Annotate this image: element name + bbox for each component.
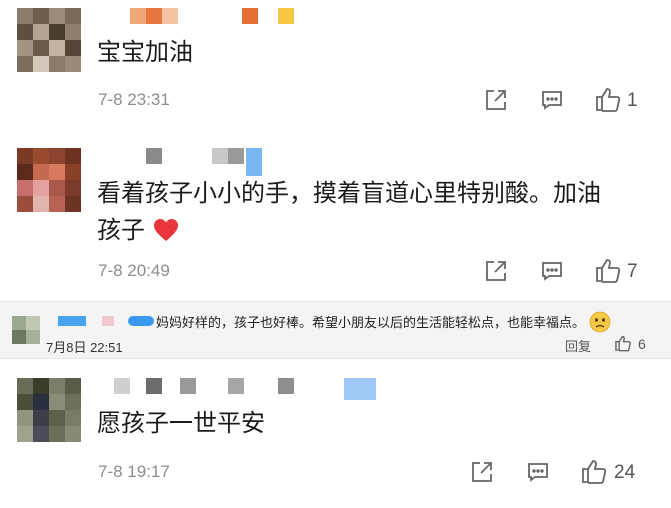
- avatar[interactable]: [17, 8, 81, 72]
- heart-emoji: [153, 215, 179, 253]
- comment-text: 愿孩子一世平安: [97, 409, 265, 437]
- reply-button[interactable]: 回复: [565, 336, 591, 355]
- reply-panel: 妈妈好样的，孩子也好棒。希望小朋友以后的生活能轻松点，也能幸福点。 7月8日 2…: [0, 301, 671, 359]
- thumb-up-icon[interactable]: [580, 457, 608, 485]
- thumb-up-icon[interactable]: [594, 256, 622, 284]
- username-pixelated[interactable]: [58, 316, 154, 328]
- reply-text: 妈妈好样的，孩子也好棒。希望小朋友以后的生活能轻松点，也能幸福点。: [156, 311, 611, 337]
- avatar[interactable]: [17, 148, 81, 212]
- username-pixelated[interactable]: [114, 378, 376, 400]
- like-count: 7: [627, 261, 638, 282]
- comment-icon[interactable]: [526, 460, 550, 484]
- comment-icon[interactable]: [540, 259, 564, 283]
- worried-emoji: [589, 311, 611, 337]
- share-icon[interactable]: [470, 460, 494, 484]
- comment-text: 宝宝加油: [97, 38, 193, 66]
- comment-time: 7-8 20:49: [98, 261, 170, 280]
- like-count: 6: [638, 336, 646, 352]
- avatar-small[interactable]: [12, 316, 40, 352]
- username-pixelated[interactable]: [130, 8, 300, 24]
- reply-time: 7月8日 22:51: [46, 340, 123, 355]
- comment-icon[interactable]: [540, 88, 564, 112]
- avatar[interactable]: [17, 378, 81, 442]
- comment-time: 7-8 19:17: [98, 462, 170, 481]
- comment-text: 看着孩子小小的手，摸着盲道心里特别酸。加油: [97, 179, 601, 207]
- like-count: 24: [614, 462, 636, 483]
- share-icon[interactable]: [484, 88, 508, 112]
- username-pixelated[interactable]: [146, 148, 276, 176]
- thumb-up-icon[interactable]: [594, 85, 622, 113]
- comment-text-line2: 孩子: [97, 211, 179, 253]
- comment-time: 7-8 23:31: [98, 90, 170, 109]
- share-icon[interactable]: [484, 259, 508, 283]
- thumb-up-icon[interactable]: [614, 334, 632, 356]
- like-count: 1: [627, 90, 638, 111]
